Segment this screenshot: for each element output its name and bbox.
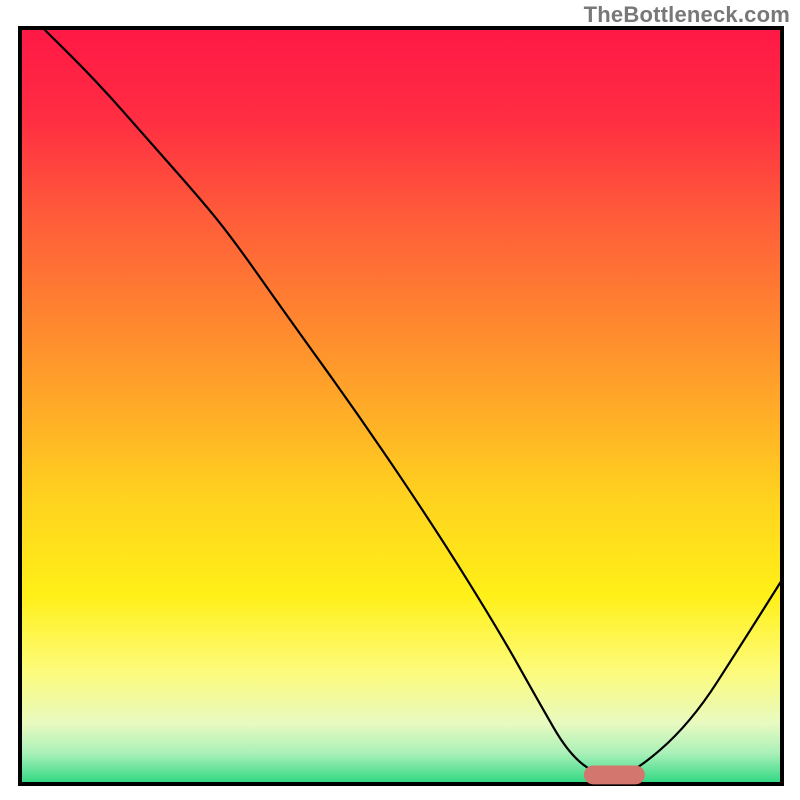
- plot-background: [20, 28, 782, 784]
- bottleneck-chart: [0, 0, 800, 800]
- optimal-marker: [584, 765, 645, 784]
- chart-container: TheBottleneck.com: [0, 0, 800, 800]
